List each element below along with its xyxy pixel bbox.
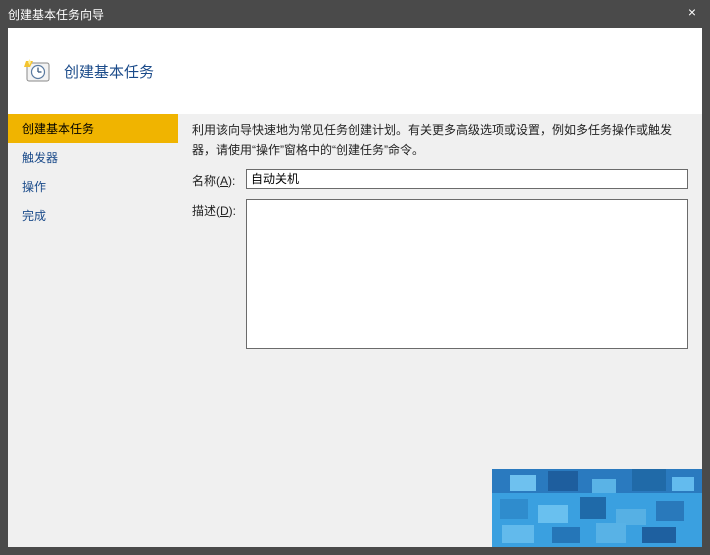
wizard-header: 创建基本任务 <box>8 28 702 114</box>
wizard-main-panel: 利用该向导快速地为常见任务创建计划。有关更多高级选项或设置，例如多任务操作或触发… <box>178 114 702 547</box>
sidebar-item-action[interactable]: 操作 <box>8 172 178 201</box>
sidebar-item-finish[interactable]: 完成 <box>8 201 178 230</box>
wizard-intro-text: 利用该向导快速地为常见任务创建计划。有关更多高级选项或设置，例如多任务操作或触发… <box>192 120 688 161</box>
wizard-body: 创建基本任务 触发器 操作 完成 利用该向导快速地为常见任务创建计划。有关更多高… <box>8 114 702 547</box>
wizard-footer-buttons: <上一步(B) <box>602 509 688 535</box>
sidebar-item-trigger[interactable]: 触发器 <box>8 143 178 172</box>
name-label: 名称(A): <box>192 169 246 189</box>
task-scheduler-icon <box>24 57 52 85</box>
content-area: 创建基本任务 创建基本任务 触发器 操作 完成 利用该向导快速地为常见任务创建计… <box>8 28 702 547</box>
obscured-region <box>492 469 702 547</box>
close-icon[interactable]: × <box>688 4 696 20</box>
description-textarea[interactable] <box>246 199 688 349</box>
sidebar-item-label: 完成 <box>22 209 46 223</box>
titlebar: 创建基本任务向导 × <box>0 0 710 28</box>
back-button[interactable]: <上一步(B) <box>602 509 688 535</box>
name-input[interactable] <box>246 169 688 189</box>
description-row: 描述(D): <box>192 199 688 349</box>
sidebar-item-label: 触发器 <box>22 151 58 165</box>
sidebar-item-create-basic-task[interactable]: 创建基本任务 <box>8 114 178 143</box>
description-label: 描述(D): <box>192 199 246 219</box>
window-frame: 创建基本任务向导 × 创建基本任务 创建基本任务 <box>0 0 710 555</box>
sidebar-item-label: 操作 <box>22 180 46 194</box>
wizard-header-title: 创建基本任务 <box>64 61 154 82</box>
window-title: 创建基本任务向导 <box>8 6 104 23</box>
name-row: 名称(A): <box>192 169 688 189</box>
sidebar-item-label: 创建基本任务 <box>22 122 94 136</box>
wizard-sidebar: 创建基本任务 触发器 操作 完成 <box>8 114 178 547</box>
